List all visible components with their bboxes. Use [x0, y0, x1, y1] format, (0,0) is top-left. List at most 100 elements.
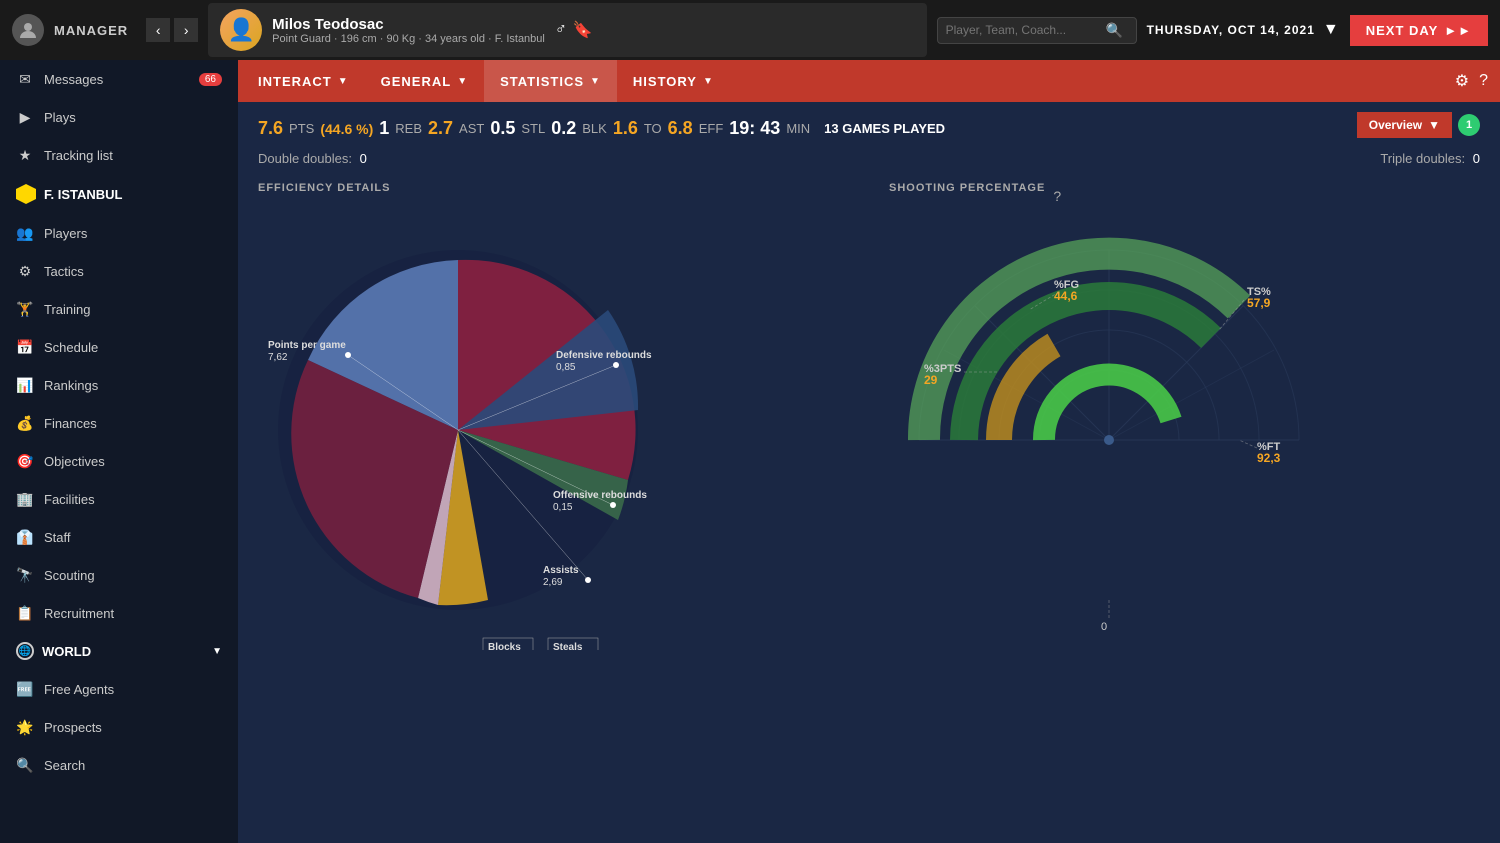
to-label: TO — [644, 121, 662, 136]
sidebar-item-players[interactable]: 👥 Players — [0, 214, 238, 252]
recruitment-icon: 📋 — [16, 604, 34, 622]
tab-interact[interactable]: INTERACT ▼ — [242, 60, 365, 102]
sidebar-item-tactics[interactable]: ⚙ Tactics — [0, 252, 238, 290]
sidebar-item-free-agents[interactable]: 🆓 Free Agents — [0, 670, 238, 708]
messages-label: Messages — [44, 72, 103, 87]
tracking-icon: ★ — [16, 146, 34, 164]
shooting-help-icon[interactable]: ? — [1053, 188, 1061, 204]
training-icon: 🏋 — [16, 300, 34, 318]
nav-arrows[interactable]: ‹ › — [146, 18, 198, 42]
finances-label: Finances — [44, 416, 97, 431]
next-day-arrow: ►► — [1444, 23, 1472, 38]
eff-value: 6.8 — [668, 118, 693, 139]
sidebar-item-rankings[interactable]: 📊 Rankings — [0, 366, 238, 404]
next-day-button[interactable]: NEXT DAY ►► — [1350, 15, 1488, 46]
gender-icon: ♂ — [555, 21, 567, 39]
sidebar-item-staff[interactable]: 👔 Staff — [0, 518, 238, 556]
sidebar-item-prospects[interactable]: 🌟 Prospects — [0, 708, 238, 746]
sidebar-item-objectives[interactable]: 🎯 Objectives — [0, 442, 238, 480]
nav-back[interactable]: ‹ — [146, 18, 170, 42]
stats-summary: 7.6 PTS (44.6 %) 1 REB 2.7 AST 0.5 STL 0… — [238, 102, 1500, 147]
free-agents-label: Free Agents — [44, 682, 114, 697]
reb-label: REB — [395, 121, 422, 136]
world-label: WORLD — [42, 644, 91, 659]
shooting-section: SHOOTING PERCENTAGE ? — [889, 182, 1480, 655]
sidebar-item-finances[interactable]: 💰 Finances — [0, 404, 238, 442]
shooting-header: SHOOTING PERCENTAGE ? — [889, 182, 1480, 210]
player-info: Milos Teodosac Point Guard · 196 cm · 90… — [272, 16, 545, 45]
tab-general[interactable]: GENERAL ▼ — [365, 60, 484, 102]
world-section[interactable]: 🌐 WORLD ▼ — [0, 632, 238, 670]
current-date: THURSDAY, OCT 14, 2021 — [1147, 23, 1315, 37]
objectives-icon: 🎯 — [16, 452, 34, 470]
settings-icon[interactable]: ⚙ — [1455, 71, 1469, 91]
reb-value: 1 — [379, 118, 389, 139]
schedule-label: Schedule — [44, 340, 98, 355]
players-label: Players — [44, 226, 87, 241]
manager-logo — [12, 14, 44, 46]
sidebar-item-facilities[interactable]: 🏢 Facilities — [0, 480, 238, 518]
nav-forward[interactable]: › — [174, 18, 198, 42]
sidebar-item-messages[interactable]: ✉ Messages 66 — [0, 60, 238, 98]
player-name: Milos Teodosac — [272, 16, 545, 33]
svg-text:57,9: 57,9 — [1247, 296, 1271, 310]
stats-page: Overview ▼ 1 7.6 PTS (44.6 %) 1 REB 2.7 … — [238, 102, 1500, 843]
min-label: MIN — [786, 121, 810, 136]
ast-label: AST — [459, 121, 484, 136]
min-value: 19: 43 — [729, 118, 780, 139]
overview-dropdown[interactable]: Overview ▼ — [1357, 112, 1452, 138]
statistics-label: STATISTICS — [500, 74, 584, 89]
player-icons: ♂ 🔖 — [555, 20, 593, 40]
triple-doubles-label: Triple doubles: — [1380, 151, 1465, 166]
triple-doubles-value: 0 — [1473, 151, 1480, 166]
notification-badge: 1 — [1458, 114, 1480, 136]
svg-text:Blocks: Blocks — [488, 642, 521, 650]
bookmark-icon: 🔖 — [573, 20, 593, 40]
efficiency-section: EFFICIENCY DETAILS — [258, 182, 849, 655]
interact-label: INTERACT — [258, 74, 332, 89]
overview-arrow: ▼ — [1428, 118, 1440, 132]
help-icon[interactable]: ? — [1479, 72, 1488, 90]
svg-text:92,3: 92,3 — [1257, 451, 1281, 465]
overview-label: Overview — [1369, 118, 1422, 132]
ast-value: 2.7 — [428, 118, 453, 139]
sidebar-item-plays[interactable]: ▶ Plays — [0, 98, 238, 136]
sidebar-item-search[interactable]: 🔍 Search — [0, 746, 238, 784]
tab-history[interactable]: HISTORY ▼ — [617, 60, 730, 102]
tab-statistics[interactable]: STATISTICS ▼ — [484, 60, 617, 102]
efficiency-title: EFFICIENCY DETAILS — [258, 182, 849, 194]
staff-icon: 👔 — [16, 528, 34, 546]
svg-text:Assists: Assists — [543, 565, 579, 576]
svg-text:2,69: 2,69 — [543, 577, 563, 588]
staff-label: Staff — [44, 530, 71, 545]
pts-value: 7.6 — [258, 118, 283, 139]
sidebar-item-recruitment[interactable]: 📋 Recruitment — [0, 594, 238, 632]
tactics-icon: ⚙ — [16, 262, 34, 280]
sidebar-item-tracking[interactable]: ★ Tracking list — [0, 136, 238, 174]
history-label: HISTORY — [633, 74, 697, 89]
world-icon: 🌐 — [16, 642, 34, 660]
prospects-icon: 🌟 — [16, 718, 34, 736]
doubles-row: Double doubles: 0 Triple doubles: 0 — [238, 147, 1500, 182]
plays-icon: ▶ — [16, 108, 34, 126]
tab-icons: ⚙ ? — [1455, 71, 1496, 91]
blk-label: BLK — [582, 121, 607, 136]
search-input[interactable] — [946, 23, 1106, 37]
svg-text:Points per game: Points per game — [268, 340, 346, 351]
sidebar-item-training[interactable]: 🏋 Training — [0, 290, 238, 328]
schedule-icon: 📅 — [16, 338, 34, 356]
search-container[interactable]: 🔍 — [937, 17, 1137, 44]
blk-value: 0.2 — [551, 118, 576, 139]
scouting-label: Scouting — [44, 568, 95, 583]
shooting-title: SHOOTING PERCENTAGE — [889, 182, 1045, 194]
svg-text:Steals: Steals — [553, 642, 583, 650]
sidebar-item-schedule[interactable]: 📅 Schedule — [0, 328, 238, 366]
facilities-icon: 🏢 — [16, 490, 34, 508]
sidebar-item-scouting[interactable]: 🔭 Scouting — [0, 556, 238, 594]
general-chevron: ▼ — [457, 76, 468, 87]
pts-pct: (44.6 %) — [320, 121, 373, 137]
search-label: Search — [44, 758, 85, 773]
history-chevron: ▼ — [703, 76, 714, 87]
messages-badge: 66 — [199, 73, 222, 86]
svg-text:0: 0 — [1101, 621, 1107, 630]
